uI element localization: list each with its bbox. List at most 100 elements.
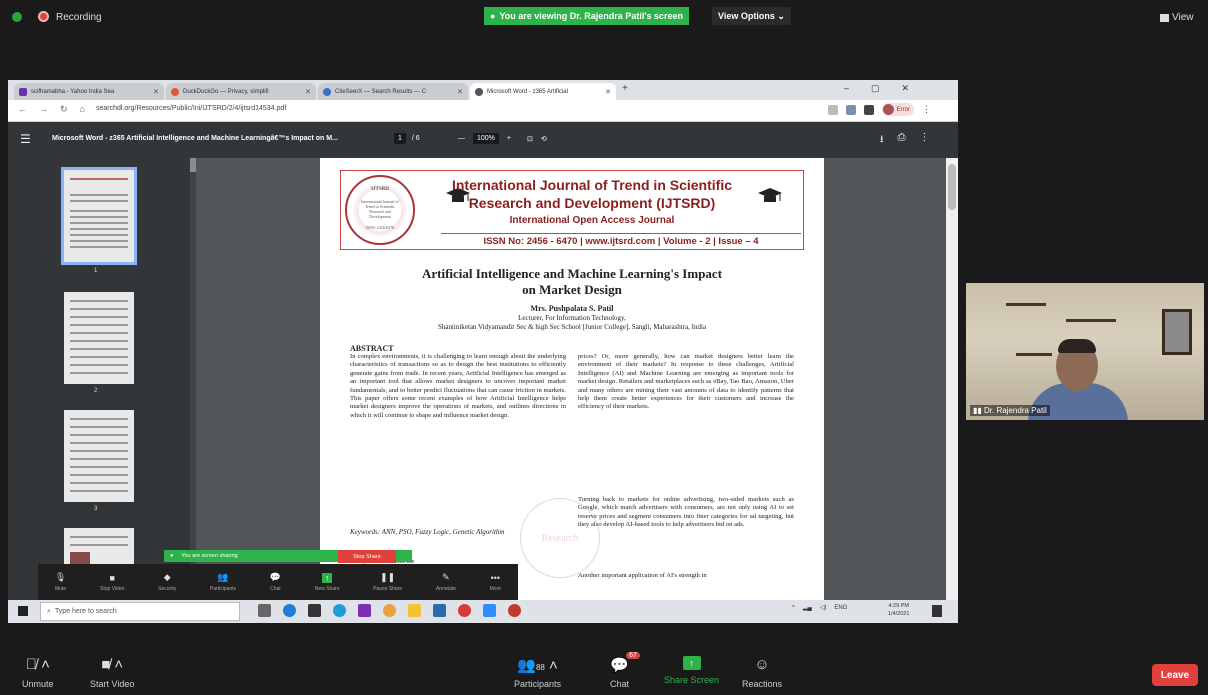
recording-label: Recording: [56, 12, 102, 23]
page-number-input[interactable]: 1: [394, 133, 406, 144]
close-icon[interactable]: ✕: [305, 88, 311, 96]
article-title-line1: Artificial Intelligence and Machine Lear…: [421, 266, 723, 281]
edge-icon[interactable]: [283, 604, 296, 617]
chrome-icon[interactable]: [383, 604, 396, 617]
new-share-button[interactable]: ↑ New Share: [315, 572, 339, 592]
security-button[interactable]: ◆ Security: [158, 572, 176, 592]
stop-video-button[interactable]: ■ Stop Video: [100, 573, 124, 592]
clock-time: 4:29 PM: [888, 603, 909, 609]
home-icon[interactable]: ⌂: [80, 104, 85, 115]
author-institution: Shantiniketan Vidyamandir Sec & high Sec…: [437, 323, 707, 331]
chat-badge: 67: [626, 652, 640, 659]
close-icon[interactable]: ✕: [457, 88, 463, 96]
zoom-in-icon[interactable]: +: [507, 135, 511, 142]
url-field[interactable]: searchdl.org/Resources/Public/Ini/IJTSRD…: [96, 105, 286, 112]
tab-label: DuckDuckGo — Privacy, simplifi: [183, 88, 269, 95]
taskbar-clock[interactable]: 4:29 PM 1/4/2021: [888, 602, 909, 618]
close-window-icon[interactable]: ✕: [902, 83, 910, 94]
browser-tab-active[interactable]: Microsoft Word - z365 Artificial ✕: [470, 83, 616, 100]
view-options-button[interactable]: View Options ⌄: [712, 7, 791, 25]
chevron-up-icon[interactable]: ^: [792, 605, 795, 611]
opera-icon[interactable]: [458, 604, 471, 617]
file-explorer-icon[interactable]: [408, 604, 421, 617]
view-options-label: View Options: [718, 11, 775, 21]
notification-icon[interactable]: [932, 605, 942, 617]
mail-icon[interactable]: [433, 604, 446, 617]
close-icon[interactable]: ✕: [153, 88, 159, 96]
fit-page-icon[interactable]: ⊡: [527, 135, 533, 143]
task-view-icon[interactable]: [258, 604, 271, 617]
journal-title-line1: International Journal of Trend in Scient…: [451, 177, 733, 193]
more-vertical-icon[interactable]: ⋮: [922, 104, 931, 115]
taskbar-search-box[interactable]: ⌕ Type here to search: [40, 602, 240, 621]
maximize-icon[interactable]: ▢: [871, 83, 880, 94]
unmute-button[interactable]: 🎙̸ ˄ Unmute: [22, 656, 54, 689]
page-thumbnail[interactable]: [61, 167, 137, 265]
volume-icon[interactable]: ◁): [820, 604, 827, 611]
page-scrollbar[interactable]: [946, 158, 958, 600]
language-indicator[interactable]: ENG: [834, 605, 847, 611]
shared-screen: scifhamabha - Yahoo India Sea ✕ DuckDuck…: [8, 80, 958, 623]
browser-icon[interactable]: [333, 604, 346, 617]
participants-button[interactable]: 👥 Participants: [210, 572, 236, 592]
print-icon[interactable]: ⎙: [898, 132, 906, 149]
chat-icon: 💬: [269, 572, 282, 582]
shield-icon[interactable]: [12, 12, 22, 22]
more-vertical-icon[interactable]: ⋮: [920, 132, 930, 149]
puzzle-icon[interactable]: [864, 104, 874, 115]
view-button[interactable]: View: [1160, 12, 1194, 23]
zoom-out-icon[interactable]: —: [458, 135, 465, 142]
browser-tab-strip: scifhamabha - Yahoo India Sea ✕ DuckDuck…: [8, 80, 958, 100]
app-icon[interactable]: [358, 604, 371, 617]
chat-button[interactable]: 💬 Chat: [270, 572, 281, 592]
share-icon: ●: [170, 553, 174, 559]
page-thumbnail[interactable]: [64, 292, 134, 384]
download-icon[interactable]: ⭳: [880, 132, 884, 149]
zoom-input[interactable]: 100%: [473, 133, 499, 144]
new-tab-icon[interactable]: +: [622, 83, 628, 94]
share-screen-button[interactable]: ↑ Share Screen: [664, 656, 719, 685]
menu-icon[interactable]: ☰: [20, 132, 31, 146]
browser-tab[interactable]: DuckDuckGo — Privacy, simplifi ✕: [166, 83, 316, 100]
recording-icon: [38, 11, 49, 22]
more-button[interactable]: ••• More: [490, 573, 501, 592]
zoom-app-icon[interactable]: [483, 604, 496, 617]
start-video-button[interactable]: ■̸ ˄ Start Video: [90, 656, 134, 689]
participants-button[interactable]: 👥88 ˄ Participants: [514, 656, 561, 689]
store-icon[interactable]: [308, 604, 321, 617]
mute-button[interactable]: 🎙 Mute: [55, 572, 66, 592]
participants-label: Participants: [514, 679, 562, 689]
address-bar: ← → ↻ ⌂ searchdl.org/Resources/Public/In…: [8, 100, 958, 122]
profile-error-button[interactable]: Error: [882, 103, 914, 116]
close-icon[interactable]: ✕: [605, 88, 611, 96]
page-thumbnail[interactable]: [64, 410, 134, 502]
thumbnail-scrollbar[interactable]: [190, 158, 196, 600]
search-icon: ⌕: [47, 607, 51, 615]
participant-video[interactable]: [966, 283, 1204, 420]
minimize-icon[interactable]: –: [844, 83, 849, 94]
abstract-left-column: In complex environments, it is challengi…: [350, 353, 566, 419]
annotate-button[interactable]: ✎ Annotate: [436, 572, 456, 592]
back-icon[interactable]: ←: [18, 104, 27, 115]
leave-button[interactable]: Leave: [1152, 664, 1198, 686]
rotate-icon[interactable]: ⟲: [541, 135, 547, 143]
star-icon[interactable]: [828, 104, 838, 115]
stop-share-button[interactable]: Stop Share: [338, 550, 396, 563]
thumbnail-number: 2: [94, 388, 98, 394]
journal-title-line2: Research and Development (IJTSRD): [468, 195, 716, 211]
chat-button[interactable]: 💬 67 Chat: [610, 652, 640, 689]
browser-tab[interactable]: scifhamabha - Yahoo India Sea ✕: [14, 83, 164, 100]
reload-icon[interactable]: ↻: [60, 104, 68, 115]
page-scrollbar-handle[interactable]: [948, 164, 956, 210]
forward-icon[interactable]: →: [39, 104, 48, 115]
reactions-button[interactable]: ☺ Reactions: [742, 656, 782, 689]
participants-icon: 👥: [217, 572, 229, 582]
thumbnail-scrollbar-handle[interactable]: [190, 158, 196, 172]
network-icon[interactable]: ▂▄: [803, 604, 812, 611]
pause-share-button[interactable]: ❚❚ Pause Share: [373, 572, 402, 592]
windows-start-icon[interactable]: [18, 606, 28, 616]
browser-tab[interactable]: CiteSeerX — Search Results — C ✕: [318, 83, 468, 100]
firefox-icon[interactable]: [508, 604, 521, 617]
screen-sharing-text: You are screen sharing: [181, 553, 238, 559]
extension-icon[interactable]: [846, 104, 856, 115]
